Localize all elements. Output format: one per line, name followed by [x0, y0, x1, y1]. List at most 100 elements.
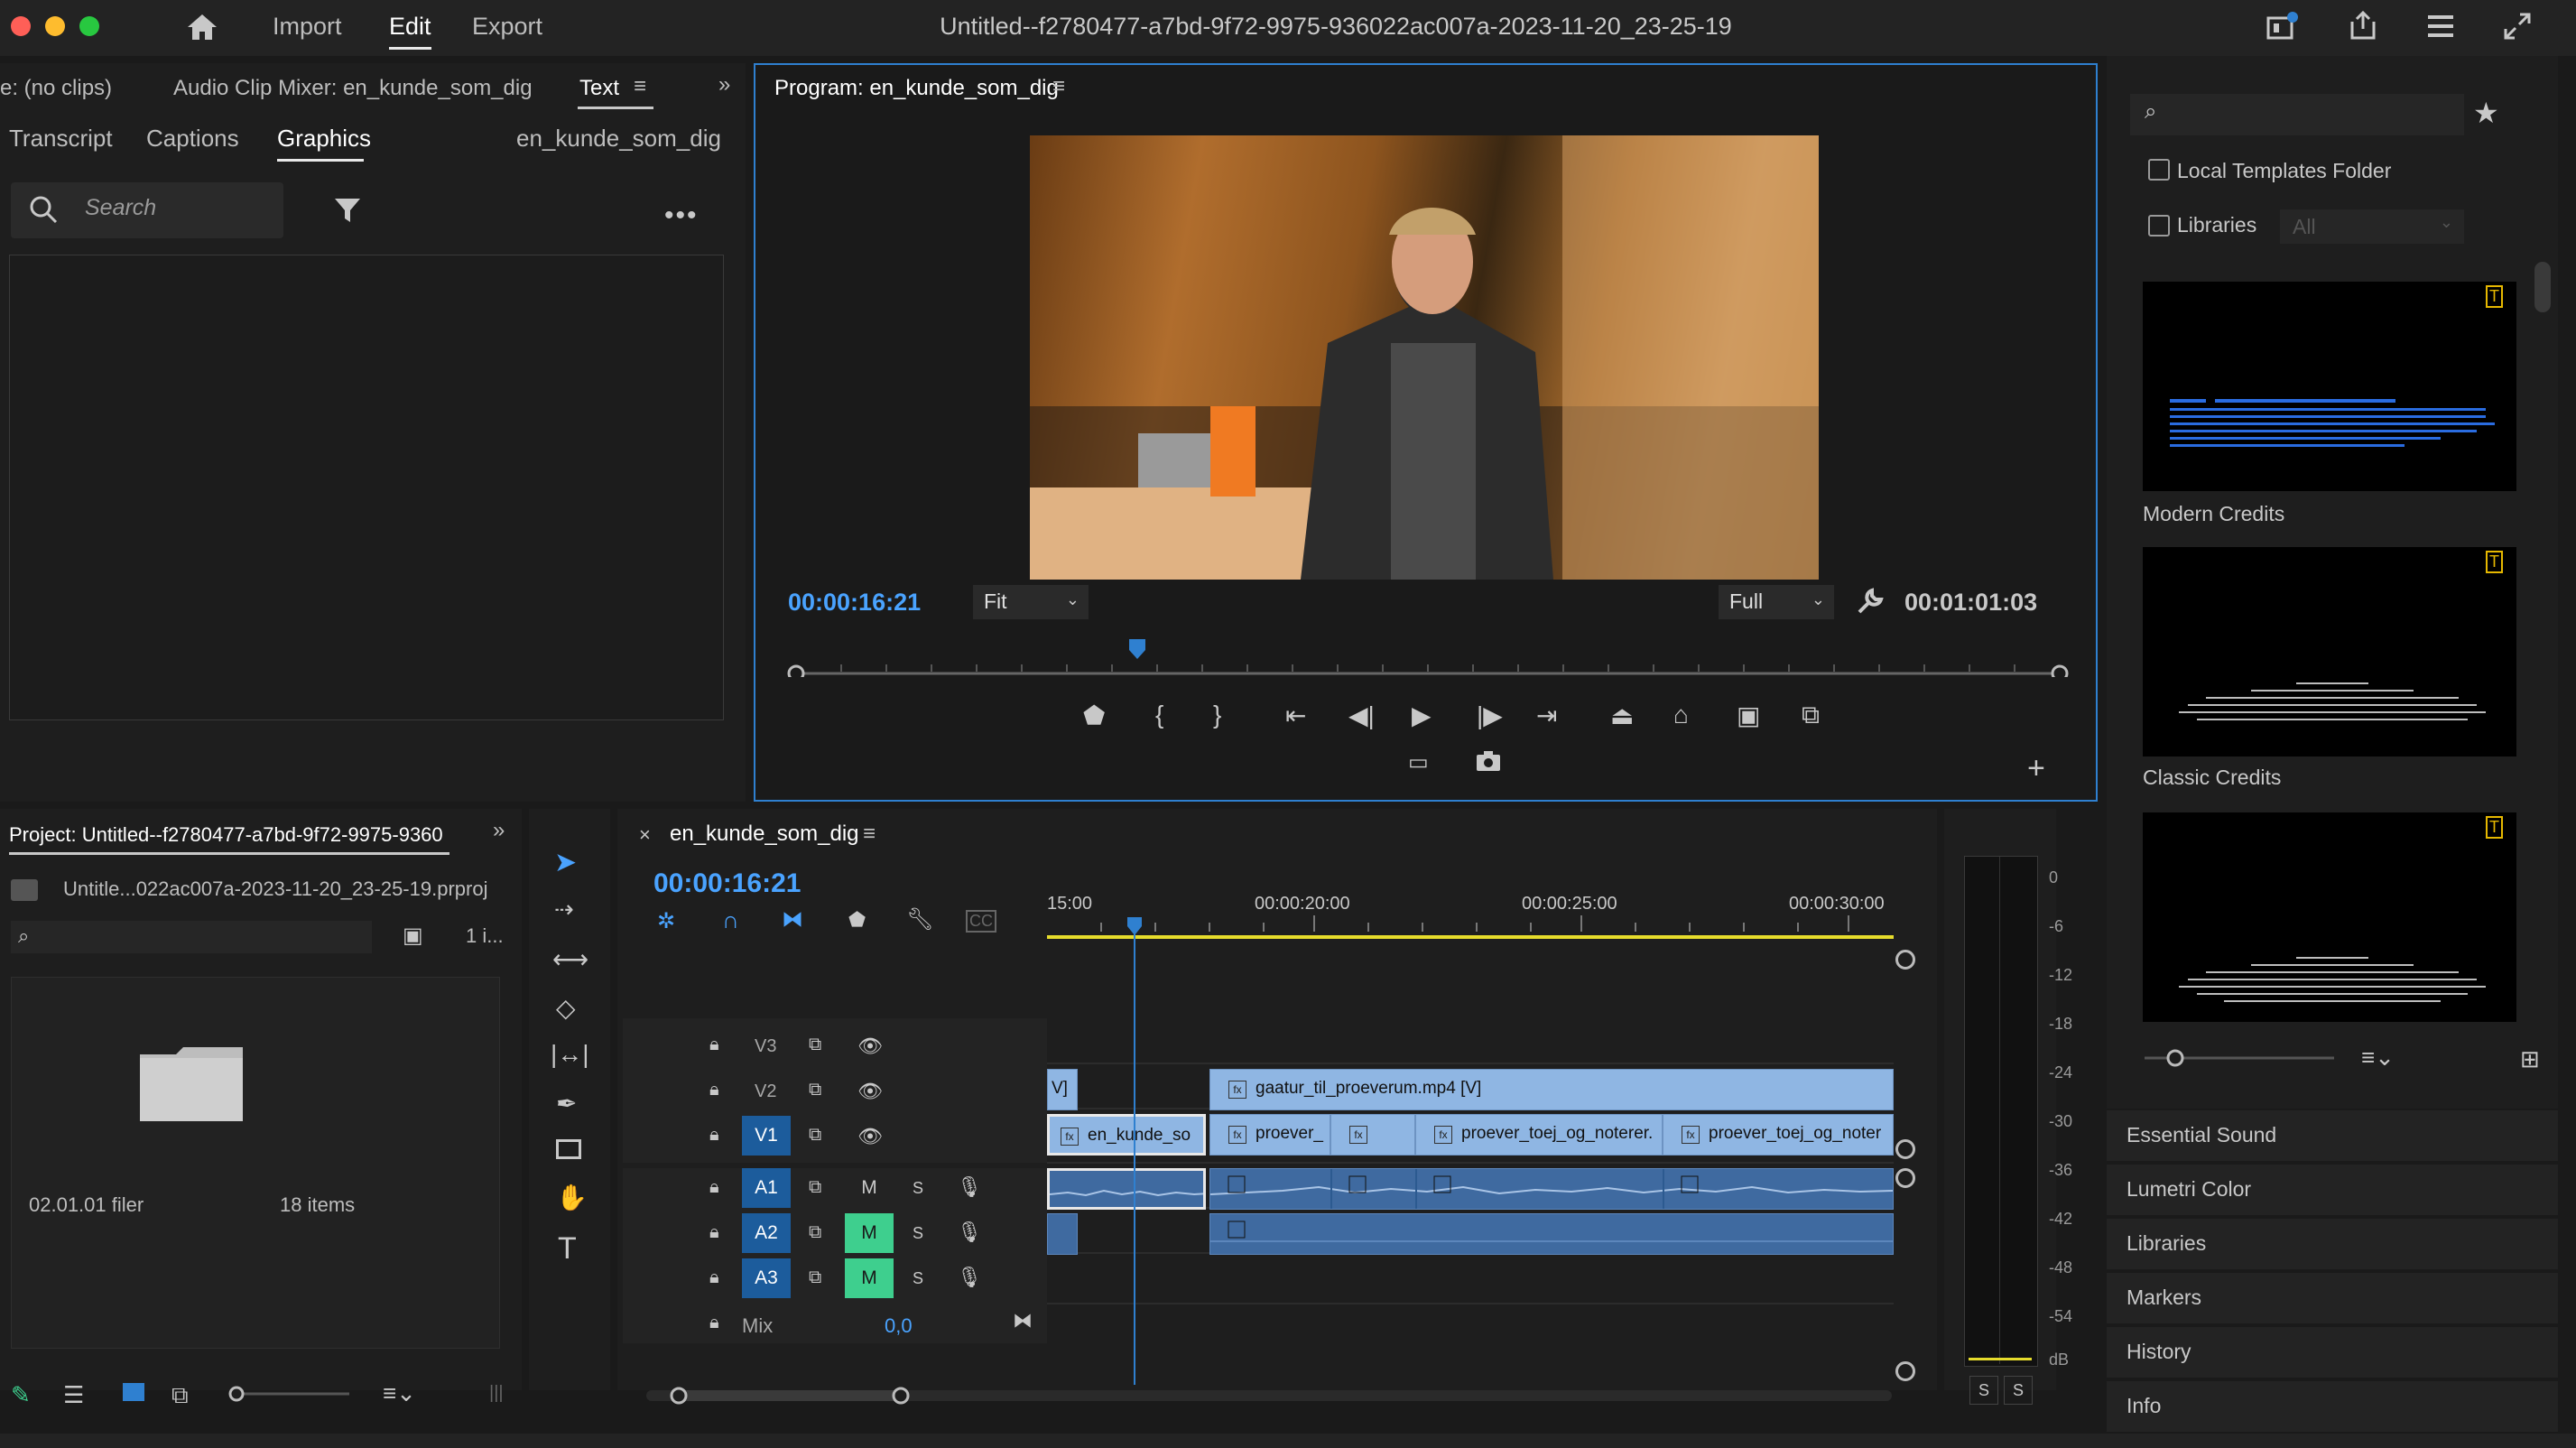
lock-icon[interactable]: 🔒︎ — [709, 1222, 719, 1243]
wrench-icon[interactable] — [1856, 587, 1885, 620]
lock-icon[interactable]: 🔒︎ — [709, 1125, 719, 1146]
nav-export[interactable]: Export — [472, 13, 542, 41]
lift-button[interactable]: ⏏ — [1610, 701, 1634, 730]
clip-v1-proever-a[interactable]: fx proever_ — [1209, 1114, 1330, 1156]
tab-text[interactable]: Text — [579, 76, 619, 101]
freeform-view-icon[interactable]: ⧉ — [171, 1381, 189, 1410]
go-to-in-button[interactable]: ⇤ — [1285, 701, 1306, 730]
icon-view-icon[interactable] — [123, 1383, 144, 1401]
ripple-edit-tool-icon[interactable]: ⟷ — [552, 944, 588, 974]
minimize-window-button[interactable] — [45, 16, 65, 36]
program-menu-icon[interactable]: ≡ — [1052, 74, 1065, 99]
go-to-next-keyframe-icon[interactable]: ⧓ — [1013, 1309, 1033, 1332]
go-to-out-button[interactable]: ⇥ — [1536, 701, 1557, 730]
time-ruler[interactable] — [1047, 915, 1894, 941]
mix-value[interactable]: 0,0 — [885, 1314, 913, 1338]
notifications-icon[interactable] — [2266, 11, 2300, 46]
clip-v1-short[interactable]: fx — [1330, 1114, 1415, 1156]
lock-icon[interactable]: 🔒︎ — [709, 1177, 719, 1198]
subtab-graphics[interactable]: Graphics — [277, 125, 371, 153]
nav-edit[interactable]: Edit — [389, 13, 431, 50]
subtab-transcript[interactable]: Transcript — [9, 125, 113, 153]
panel-lumetri-color[interactable]: Lumetri Color — [2107, 1165, 2558, 1217]
zoom-slider[interactable] — [227, 1385, 354, 1403]
sequence-tab[interactable]: en_kunde_som_dig — [670, 821, 859, 847]
slip-tool-icon[interactable]: |↔| — [551, 1040, 589, 1069]
track-v3-label[interactable]: V3 — [755, 1036, 776, 1057]
magnet-icon[interactable]: ∩ — [722, 906, 739, 934]
captions-icon[interactable]: CC — [966, 910, 996, 933]
step-back-button[interactable]: ◀| — [1348, 701, 1375, 730]
home-icon[interactable] — [186, 13, 218, 46]
share-icon[interactable] — [2347, 9, 2379, 46]
microphone-icon[interactable]: 🎙︎ — [957, 1266, 982, 1289]
template-thumbnail-classic-credits[interactable] — [2143, 547, 2516, 756]
sync-lock-icon[interactable]: ⧉ — [809, 1222, 821, 1243]
solo-a3-button[interactable]: S — [894, 1258, 942, 1298]
add-marker-icon[interactable]: ⬟ — [848, 908, 866, 932]
close-sequence-icon[interactable]: × — [639, 823, 651, 847]
star-icon[interactable]: ★ — [2473, 96, 2499, 130]
solo-right-button[interactable]: S — [2004, 1376, 2033, 1405]
panel-history[interactable]: History — [2107, 1327, 2558, 1379]
lock-icon[interactable]: 🔒︎ — [709, 1267, 719, 1288]
comparison-view-button[interactable]: ▭ — [1408, 749, 1429, 775]
pencil-icon[interactable]: ✎ — [11, 1381, 31, 1409]
snap-icon[interactable]: ✲ — [657, 908, 675, 934]
hand-tool-icon[interactable]: ✋ — [556, 1183, 588, 1212]
find-icon[interactable]: ▣ — [403, 923, 423, 949]
sync-lock-icon[interactable]: ⧉ — [809, 1080, 821, 1100]
vertical-scroll-mid[interactable] — [1895, 1139, 1915, 1159]
track-a2-target[interactable]: A2 — [742, 1213, 791, 1253]
clip-v2-left[interactable]: V] — [1047, 1069, 1078, 1110]
templates-search-field[interactable] — [2130, 94, 2464, 135]
camera-icon[interactable] — [1475, 749, 1502, 777]
proxy-toggle-button[interactable]: ⧉ — [1802, 701, 1820, 730]
fullscreen-icon[interactable] — [2502, 11, 2533, 46]
microphone-icon[interactable]: 🎙︎ — [957, 1175, 982, 1199]
timeline-playhead[interactable] — [1126, 915, 1143, 1385]
templates-scrollbar[interactable] — [2534, 262, 2551, 312]
eye-icon[interactable]: 👁︎ — [857, 1080, 883, 1103]
quality-dropdown[interactable]: Full ⌄ — [1719, 585, 1834, 619]
track-a3-target[interactable]: A3 — [742, 1258, 791, 1298]
close-window-button[interactable] — [11, 16, 31, 36]
sort-icon[interactable]: ≡⌄ — [2361, 1044, 2395, 1072]
rectangle-tool-icon[interactable] — [556, 1139, 581, 1159]
program-scrub-bar[interactable] — [787, 641, 2069, 682]
mute-a1-button[interactable]: M — [845, 1168, 894, 1208]
project-overflow-icon[interactable]: » — [493, 818, 505, 843]
panel-libraries[interactable]: Libraries — [2107, 1219, 2558, 1271]
local-templates-checkbox[interactable] — [2148, 159, 2170, 181]
solo-a1-button[interactable]: S — [894, 1168, 942, 1208]
sync-lock-icon[interactable]: ⧉ — [809, 1177, 821, 1198]
microphone-icon[interactable]: 🎙︎ — [957, 1221, 982, 1244]
eye-icon[interactable]: 👁︎ — [857, 1035, 883, 1058]
program-current-time[interactable]: 00:00:16:21 — [788, 589, 921, 617]
timeline-settings-icon[interactable]: 🔧︎ — [906, 906, 933, 933]
sync-lock-icon[interactable]: ⧉ — [809, 1267, 821, 1288]
mute-a3-button[interactable]: M — [845, 1258, 894, 1298]
extract-button[interactable]: ⌂ — [1673, 701, 1689, 729]
filter-icon[interactable] — [332, 195, 363, 230]
lock-icon[interactable]: 🔒︎ — [709, 1035, 719, 1055]
clip-v1-proever-b[interactable]: fx proever_toej_og_noterer. — [1415, 1114, 1663, 1156]
more-options-icon[interactable]: ••• — [664, 200, 699, 231]
libraries-select[interactable]: All ⌄ — [2280, 209, 2464, 244]
track-v1-target[interactable]: V1 — [742, 1116, 791, 1156]
mute-a2-button[interactable]: M — [845, 1213, 894, 1253]
track-v2-label[interactable]: V2 — [755, 1081, 776, 1102]
eye-icon[interactable]: 👁︎ — [857, 1125, 883, 1148]
zoom-window-button[interactable] — [79, 16, 99, 36]
sync-lock-icon[interactable]: ⧉ — [809, 1125, 821, 1146]
bin-tile[interactable] — [11, 977, 500, 1349]
thumbnail-size-slider[interactable] — [2136, 1047, 2338, 1069]
horizontal-zoom-scrollbar[interactable] — [646, 1385, 1892, 1406]
type-tool-icon[interactable]: T — [558, 1231, 577, 1267]
timeline-timecode[interactable]: 00:00:16:21 — [653, 868, 801, 899]
panel-essential-sound[interactable]: Essential Sound — [2107, 1110, 2558, 1163]
panel-overflow-icon[interactable]: » — [718, 72, 730, 97]
vertical-scroll-bottom[interactable] — [1895, 1361, 1915, 1381]
subtab-captions[interactable]: Captions — [146, 125, 239, 153]
mark-in-button[interactable]: { — [1155, 701, 1163, 729]
